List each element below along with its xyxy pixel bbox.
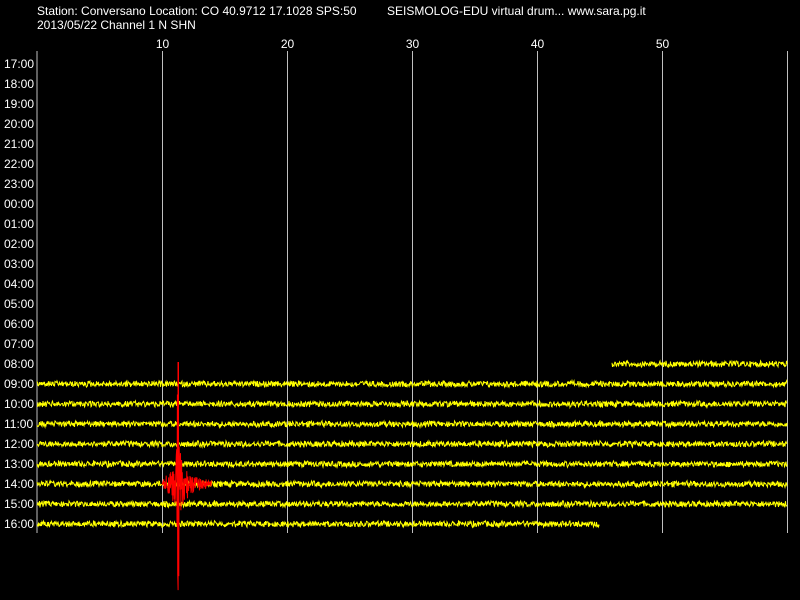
seismogram-drum-chart: 10 20 30 40 50 17:00 18:00 19:00 20:00 21:00 22:0… [4, 37, 788, 591]
minute-tick-label: 40 [531, 37, 545, 51]
hour-row-label: 16:00 [4, 517, 34, 531]
hour-row-label: 07:00 [4, 337, 34, 351]
hour-row-label: 10:00 [4, 397, 34, 411]
hour-row-label: 23:00 [4, 177, 34, 191]
hour-row-label: 02:00 [4, 237, 34, 251]
hour-row-label: 12:00 [4, 437, 34, 451]
seismic-trace [36, 519, 600, 529]
hour-row-label: 06:00 [4, 317, 34, 331]
minute-tick-label: 30 [406, 37, 420, 51]
seismic-trace [36, 378, 788, 389]
hour-row-label: 13:00 [4, 457, 34, 471]
hour-row-label: 04:00 [4, 277, 34, 291]
hour-row-label: 09:00 [4, 377, 34, 391]
hour-row-label: 20:00 [4, 117, 34, 131]
hour-row-label: 19:00 [4, 97, 34, 111]
minute-tick-label: 10 [156, 37, 170, 51]
hour-row-label: 14:00 [4, 477, 34, 491]
event-layer [161, 362, 212, 591]
hour-row-label: 11:00 [4, 417, 33, 431]
hour-row-label: 05:00 [4, 297, 34, 311]
hour-row-label: 18:00 [4, 77, 34, 91]
minute-tick-label: 20 [281, 37, 295, 51]
hour-row-label: 17:00 [4, 57, 34, 71]
hour-row-label: 03:00 [4, 257, 34, 271]
hour-row-label: 22:00 [4, 157, 34, 171]
hour-row-label: 01:00 [4, 217, 34, 231]
hour-row-label: 15:00 [4, 497, 34, 511]
hour-row-label: 08:00 [4, 357, 34, 371]
seismic-trace [611, 359, 788, 369]
minute-tick-labels: 10 20 30 40 50 [156, 37, 670, 51]
hour-row-label: 00:00 [4, 197, 34, 211]
minute-tick-label: 50 [656, 37, 670, 51]
hour-row-label: 21:00 [4, 137, 34, 151]
hour-row-labels: 17:00 18:00 19:00 20:00 21:00 22:00 23:00 00:00… [4, 57, 34, 531]
grid-layer [36, 51, 788, 533]
